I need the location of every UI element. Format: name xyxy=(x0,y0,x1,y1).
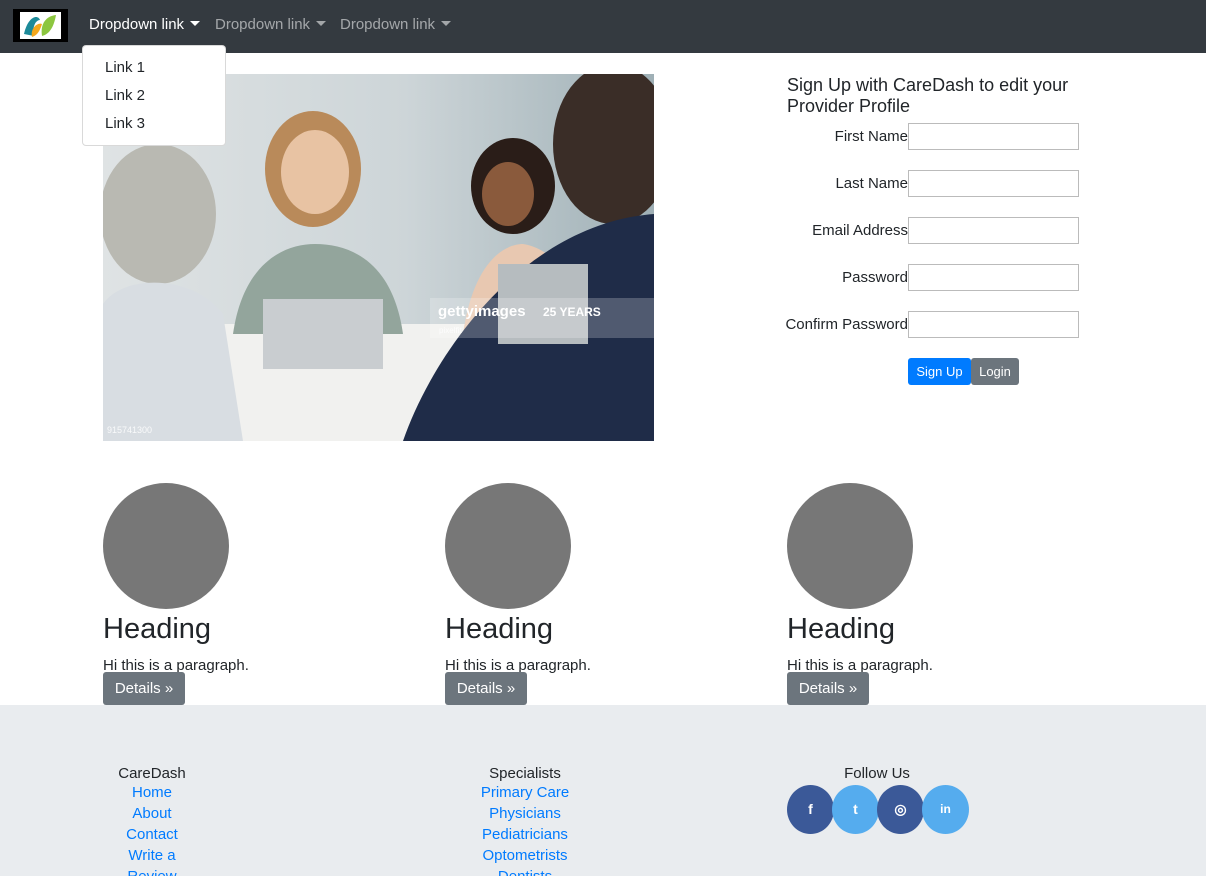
feature-card-3: Heading Hi this is a paragraph. Details … xyxy=(787,483,1087,705)
details-button[interactable]: Details » xyxy=(103,672,185,705)
password-label: Password xyxy=(842,269,908,286)
feature-heading: Heading xyxy=(103,613,212,645)
dropdown-item-link-1[interactable]: Link 1 xyxy=(83,59,225,87)
nav-dropdown-3[interactable]: Dropdown link xyxy=(340,16,452,33)
twitter-icon[interactable]: t xyxy=(832,785,879,834)
caret-down-icon xyxy=(441,21,452,26)
footer-link-about[interactable]: About xyxy=(103,803,201,824)
nav-dropdown-3-label: Dropdown link xyxy=(340,16,436,33)
footer-follow-title: Follow Us xyxy=(844,765,910,782)
feature-card-1: Heading Hi this is a paragraph. Details … xyxy=(103,483,403,705)
footer-caredash-title: CareDash xyxy=(118,765,186,782)
footer: CareDash Home About Contact Write a Revi… xyxy=(0,705,1206,876)
getty-watermark: gettyimages xyxy=(438,303,526,320)
watermark-years: 25 YEARS xyxy=(543,305,601,319)
first-name-row: First Name xyxy=(780,123,1080,150)
details-button[interactable]: Details » xyxy=(787,672,869,705)
nav-dropdown-2[interactable]: Dropdown link xyxy=(215,16,327,33)
confirm-password-row: Confirm Password xyxy=(780,311,1080,338)
footer-link-dentists[interactable]: Dentists xyxy=(445,866,605,876)
first-name-label: First Name xyxy=(834,128,908,145)
footer-link-primary-care[interactable]: Primary Care Physicians xyxy=(445,782,605,824)
password-field[interactable] xyxy=(908,264,1079,291)
footer-link-write-review[interactable]: Write a Review xyxy=(103,845,201,876)
placeholder-circle xyxy=(103,483,229,609)
signup-title: Sign Up with CareDash to edit your Provi… xyxy=(787,75,1069,116)
last-name-label: Last Name xyxy=(835,175,908,192)
feature-card-2: Heading Hi this is a paragraph. Details … xyxy=(445,483,745,705)
footer-link-contact[interactable]: Contact xyxy=(103,824,201,845)
signup-button[interactable]: Sign Up xyxy=(908,358,971,385)
facebook-icon[interactable]: f xyxy=(787,785,834,834)
footer-col-specialists: Specialists Primary Care Physicians Pedi… xyxy=(445,766,605,876)
email-label: Email Address xyxy=(812,222,908,239)
logo-icon xyxy=(20,12,61,39)
last-name-row: Last Name xyxy=(780,170,1080,197)
first-name-field[interactable] xyxy=(908,123,1079,150)
image-id: 915741300 xyxy=(107,425,153,435)
email-field[interactable] xyxy=(908,217,1079,244)
nav-dropdown-1[interactable]: Dropdown link xyxy=(89,16,201,33)
dropdown-item-link-2[interactable]: Link 2 xyxy=(83,87,225,115)
nav-dropdown-1-label: Dropdown link xyxy=(89,16,185,33)
confirm-password-field[interactable] xyxy=(908,311,1079,338)
footer-col-follow: Follow Us xyxy=(787,766,967,782)
footer-col-caredash: CareDash Home About Contact Write a Revi… xyxy=(103,766,201,876)
footer-link-pediatricians[interactable]: Pediatricians xyxy=(445,824,605,845)
watermark-sub: pixelfit xyxy=(439,326,462,335)
placeholder-circle xyxy=(445,483,571,609)
caret-down-icon xyxy=(316,21,327,26)
brand-logo[interactable] xyxy=(13,9,68,42)
instagram-icon[interactable]: ◎ xyxy=(877,785,924,834)
email-row: Email Address xyxy=(780,217,1080,244)
feature-heading: Heading xyxy=(445,613,554,645)
nav-dropdown-2-label: Dropdown link xyxy=(215,16,311,33)
footer-link-optometrists[interactable]: Optometrists xyxy=(445,845,605,866)
dropdown-menu: Link 1 Link 2 Link 3 xyxy=(82,45,226,146)
linkedin-icon[interactable]: in xyxy=(922,785,969,834)
details-button[interactable]: Details » xyxy=(445,672,527,705)
footer-specialists-title: Specialists xyxy=(489,765,561,782)
password-row: Password xyxy=(780,264,1080,291)
feature-heading: Heading xyxy=(787,613,896,645)
last-name-field[interactable] xyxy=(908,170,1079,197)
footer-link-home[interactable]: Home xyxy=(103,782,201,803)
caret-down-icon xyxy=(190,21,201,26)
dropdown-item-link-3[interactable]: Link 3 xyxy=(83,115,225,143)
login-button[interactable]: Login xyxy=(971,358,1019,385)
placeholder-circle xyxy=(787,483,913,609)
confirm-password-label: Confirm Password xyxy=(785,316,908,333)
